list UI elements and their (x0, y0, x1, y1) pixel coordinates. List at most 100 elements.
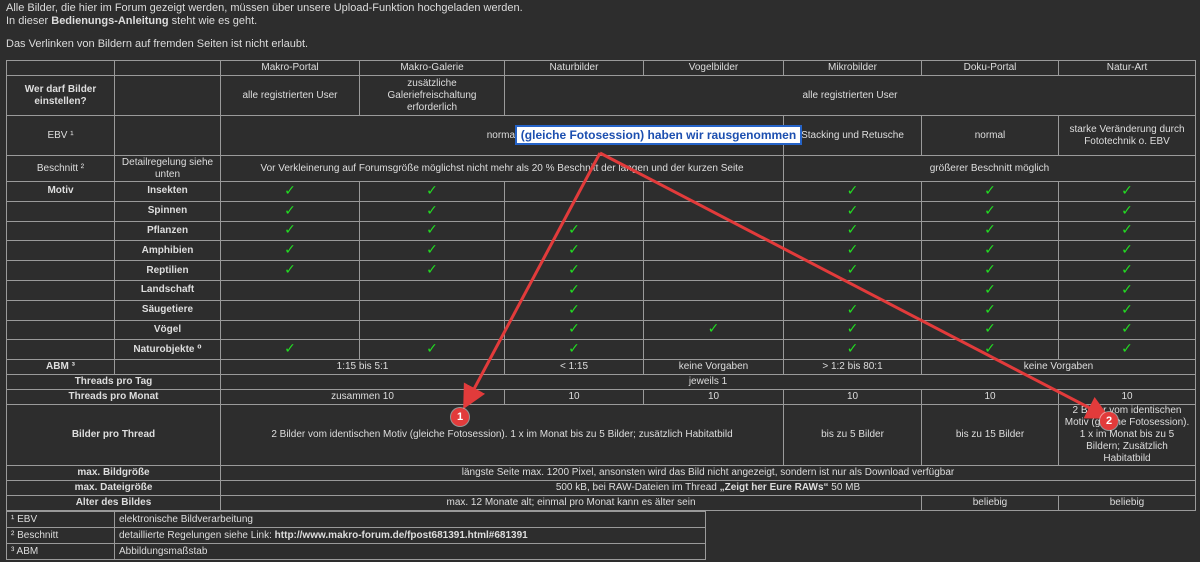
row-label-dateigroesse: max. Dateigröße (6, 480, 221, 497)
motiv-label (6, 299, 115, 321)
motiv-cell: ✓ (359, 339, 505, 361)
motiv-label (6, 319, 115, 341)
check-icon: ✓ (1121, 181, 1133, 198)
motiv-cell (643, 240, 784, 262)
row-alter: Alter des Bildes max. 12 Monate alt; ein… (6, 495, 1196, 512)
motiv-name: Reptilien (114, 260, 221, 281)
motiv-cell: ✓ (1058, 279, 1196, 301)
check-icon: ✓ (846, 300, 859, 317)
check-icon: ✓ (846, 241, 859, 258)
motiv-cell: ✓ (504, 279, 644, 301)
motiv-rows: Motiv Insekten ✓ ✓ ✓ ✓ ✓ Spinnen ✓ ✓ ✓ ✓ ✓ Pflanzen ✓ ✓… (6, 181, 1196, 361)
wer-rest: alle registrierten User (504, 75, 1196, 116)
wer-makro-galerie: zusätzliche Galeriefreischaltung erforde… (359, 75, 505, 116)
motiv-row: Vögel ✓ ✓ ✓ ✓ ✓ (6, 319, 1196, 341)
motiv-cell (359, 279, 505, 301)
check-icon: ✓ (846, 261, 859, 278)
check-icon: ✓ (426, 261, 438, 278)
motiv-cell: ✓ (504, 220, 644, 242)
motiv-cell: ✓ (921, 279, 1059, 301)
motiv-cell: ✓ (783, 339, 922, 361)
motiv-cell (359, 299, 505, 321)
check-icon: ✓ (1121, 261, 1133, 278)
check-icon: ✓ (846, 320, 859, 337)
motiv-cell: ✓ (1058, 220, 1196, 242)
col-natur-art: Natur-Art (1058, 60, 1196, 76)
motiv-cell: ✓ (1058, 339, 1196, 361)
row-label-bilder: Bilder pro Thread (6, 404, 221, 467)
footnote-row: ¹ EBV elektronische Bildverarbeitung (6, 511, 706, 528)
footnote-row: ² Beschnitt detaillierte Regelungen sieh… (6, 527, 706, 544)
check-icon: ✓ (284, 261, 296, 278)
motiv-cell: ✓ (783, 200, 922, 222)
check-icon: ✓ (1121, 280, 1133, 297)
motiv-cell (643, 181, 784, 202)
row-wer: Wer darf Bilder einstellen? alle registr… (6, 75, 1196, 116)
motiv-cell (220, 299, 360, 321)
row-bilder-pro-thread: Bilder pro Thread 2 Bilder vom identisch… (6, 404, 1196, 467)
motiv-cell: ✓ (220, 339, 360, 361)
motiv-cell (643, 299, 784, 321)
dateigroesse-value: 500 kB, bei RAW-Dateien im Thread „Zeigt… (220, 480, 1196, 497)
footnote-text: elektronische Bildverarbeitung (114, 511, 706, 528)
threads-tag-value: jeweils 1 (220, 374, 1196, 391)
check-icon: ✓ (984, 280, 996, 297)
row-dateigroesse: max. Dateigröße 500 kB, bei RAW-Dateien … (6, 480, 1196, 497)
motiv-cell: ✓ (359, 240, 505, 262)
monat-natur-art: 10 (1058, 389, 1196, 406)
motiv-cell: ✓ (504, 319, 644, 341)
check-icon: ✓ (568, 340, 580, 357)
motiv-label (6, 240, 115, 262)
check-icon: ✓ (284, 241, 296, 258)
motiv-cell: ✓ (220, 220, 360, 242)
motiv-cell (643, 200, 784, 222)
motiv-name: Amphibien (114, 240, 221, 262)
motiv-cell: ✓ (921, 240, 1059, 262)
header-row: Makro-Portal Makro-Galerie Naturbilder V… (6, 60, 1196, 76)
bedienungs-anleitung-link[interactable]: Bedienungs-Anleitung (51, 15, 168, 27)
motiv-cell: ✓ (783, 240, 922, 262)
motiv-row: Pflanzen ✓ ✓ ✓ ✓ ✓ ✓ (6, 220, 1196, 242)
footnotes-table: ¹ EBV elektronische Bildverarbeitung ² B… (6, 511, 706, 560)
motiv-name: Vögel (114, 319, 221, 341)
motiv-cell: ✓ (504, 299, 644, 321)
col-makro-galerie: Makro-Galerie (359, 60, 505, 76)
ebv-natur-art: starke Veränderung durch Fototechnik o. … (1058, 115, 1196, 156)
check-icon: ✓ (984, 181, 996, 198)
motiv-row: Spinnen ✓ ✓ ✓ ✓ ✓ (6, 200, 1196, 222)
bilder-natur-art: 2 Bilder vom identischen Motiv (gleiche … (1058, 404, 1196, 467)
monat-mikro: 10 (783, 389, 922, 406)
row-label-abm: ABM ³ (6, 359, 115, 376)
motiv-cell: ✓ (359, 220, 505, 242)
motiv-label (6, 220, 115, 242)
monat-doku: 10 (921, 389, 1059, 406)
col-makro-portal: Makro-Portal (220, 60, 360, 76)
footnote-key: ¹ EBV (6, 511, 115, 528)
row-label-threads-monat: Threads pro Monat (6, 389, 221, 406)
abm-natur: < 1:15 (504, 359, 644, 376)
check-icon: ✓ (984, 300, 996, 317)
motiv-cell: ✓ (921, 339, 1059, 361)
motiv-cell: ✓ (643, 319, 784, 341)
wer-makro-portal: alle registrierten User (220, 75, 360, 116)
row-label-bildgroesse: max. Bildgröße (6, 465, 221, 482)
check-icon: ✓ (284, 201, 296, 218)
motiv-cell: ✓ (1058, 319, 1196, 341)
motiv-cell (643, 339, 784, 361)
check-icon: ✓ (1121, 300, 1133, 317)
row-bildgroesse: max. Bildgröße längste Seite max. 1200 P… (6, 465, 1196, 482)
footnote-text: detaillierte Regelungen siehe Link: http… (114, 527, 706, 544)
motiv-row: Motiv Insekten ✓ ✓ ✓ ✓ ✓ (6, 181, 1196, 202)
motiv-cell: ✓ (921, 319, 1059, 341)
bilder-mikro: bis zu 5 Bilder (783, 404, 922, 467)
row-threads-tag: Threads pro Tag jeweils 1 (6, 374, 1196, 391)
motiv-name: Pflanzen (114, 220, 221, 242)
check-icon: ✓ (984, 261, 996, 278)
check-icon: ✓ (568, 261, 580, 278)
beschnitt-sub: Detailregelung siehe unten (114, 155, 221, 182)
check-icon: ✓ (1121, 320, 1133, 337)
beschnitt-left: Vor Verkleinerung auf Forumsgröße möglic… (220, 155, 784, 182)
beschnitt-link[interactable]: http://www.makro-forum.de/fpost681391.ht… (275, 530, 528, 541)
abm-vogel: keine Vorgaben (643, 359, 784, 376)
bilder-main: 2 Bilder vom identischen Motiv (gleiche … (220, 404, 784, 467)
